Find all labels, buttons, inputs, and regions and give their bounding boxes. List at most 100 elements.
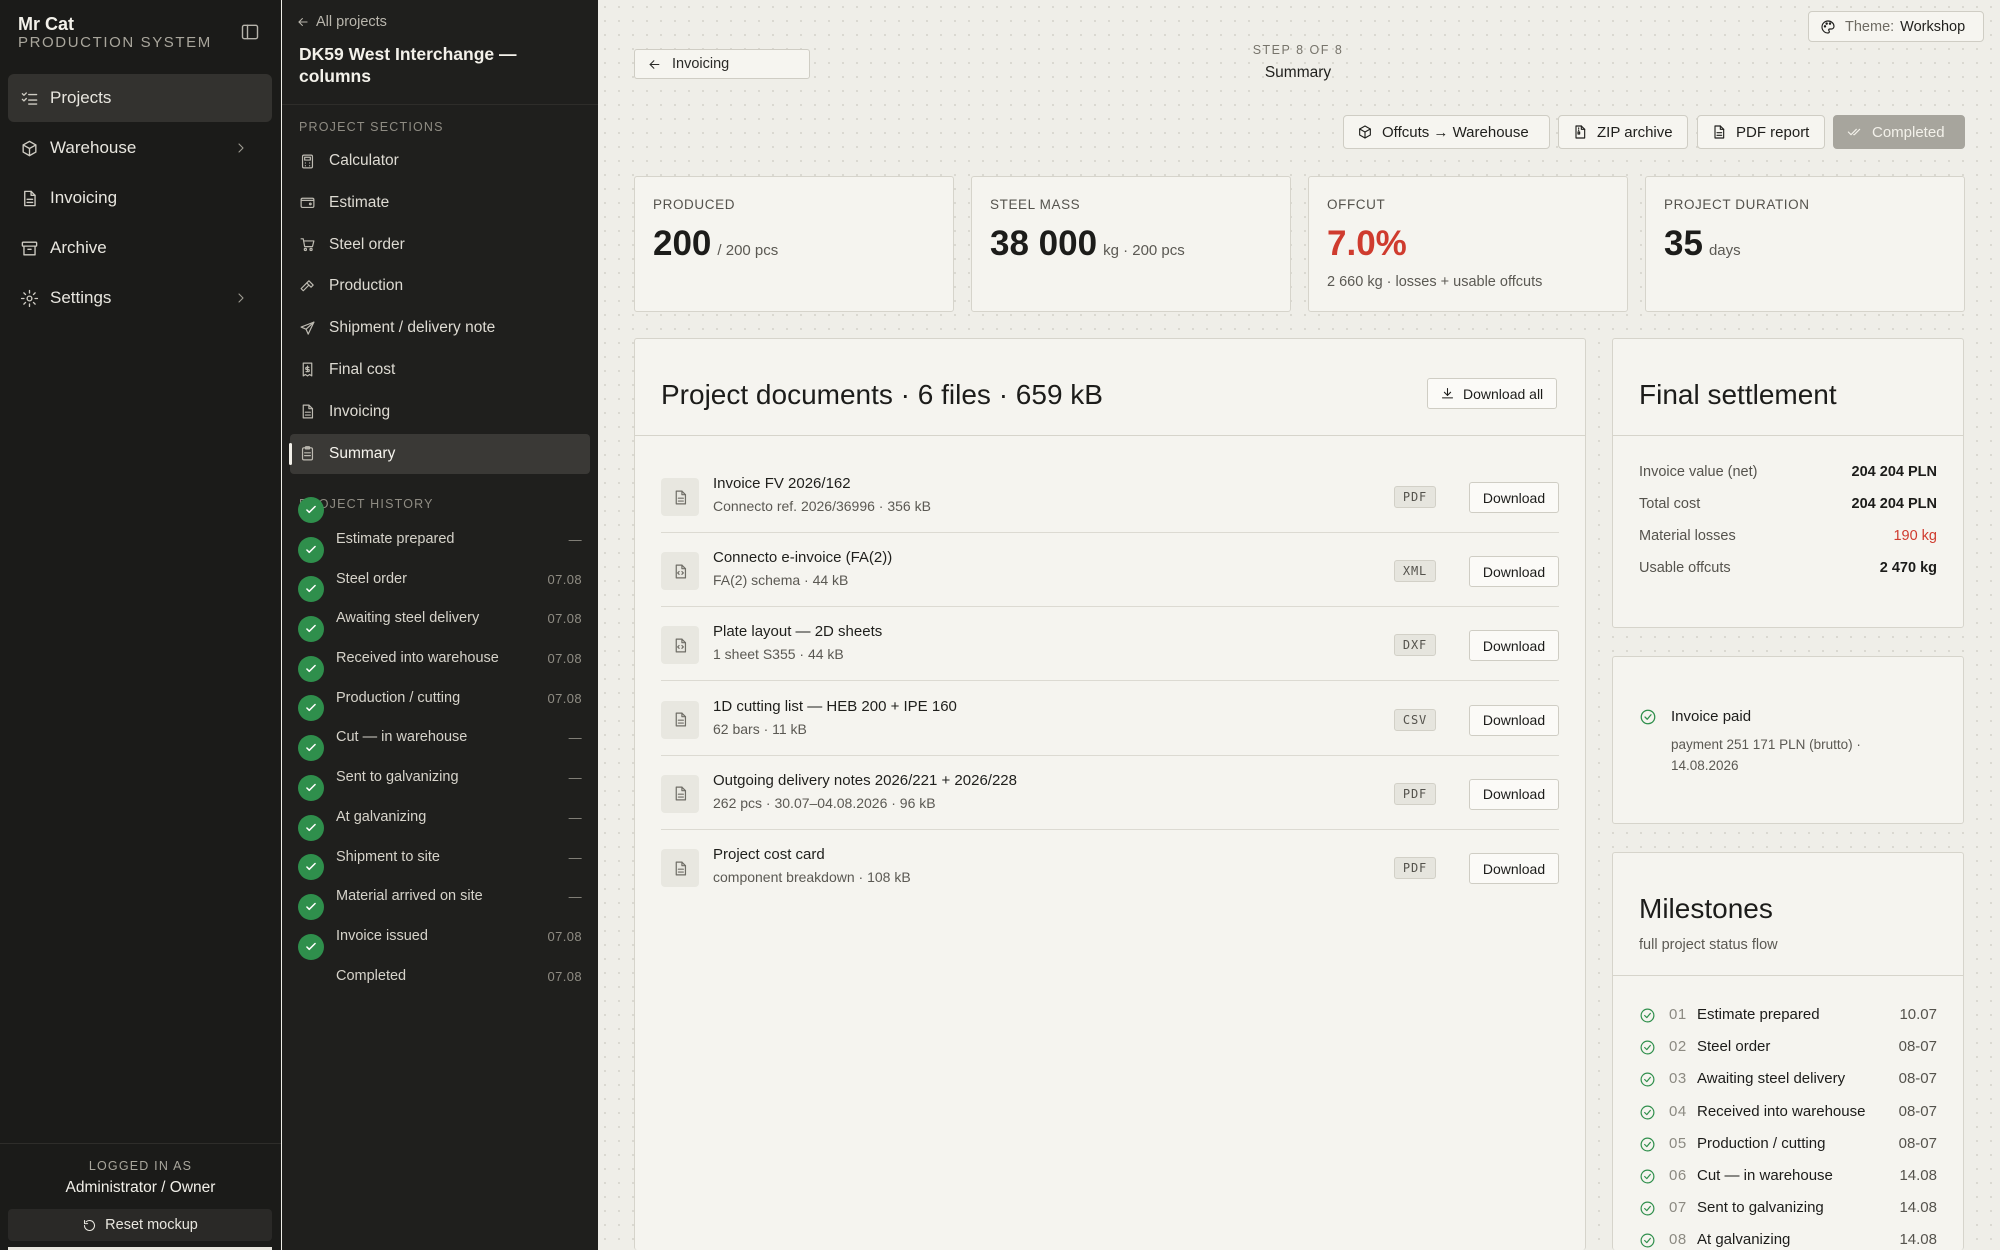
milestone-item: 01 Estimate prepared 10.07 [1639, 1005, 1937, 1027]
download-button[interactable]: Download [1469, 482, 1559, 513]
settlement-value: 204 204 PLN [1851, 496, 1937, 512]
milestone-item: 02 Steel order 08-07 [1639, 1037, 1937, 1059]
download-icon [1441, 387, 1454, 399]
sidebar-footer: LOGGED IN AS Administrator / Owner Reset… [0, 1143, 281, 1250]
stat-value: 35 days [1664, 224, 1741, 264]
file-type-badge: PDF [1393, 782, 1436, 805]
check-icon [298, 655, 324, 682]
code-file-icon [675, 564, 686, 579]
history-item: Invoice issued 07.08 [282, 893, 598, 944]
document-icon [675, 490, 686, 504]
checkmark-icon [306, 942, 316, 950]
document-name: Project cost card [713, 846, 825, 863]
milestone-date: 14.08 [1899, 1231, 1937, 1249]
final-settlement-card: Final settlement Invoice value (net) 204 … [1612, 338, 1964, 628]
stat-number: 38 000 [990, 224, 1098, 263]
document-meta: Connecto ref. 2026/36996 · 356 kB [713, 498, 931, 514]
nav-item-archive[interactable]: Archive [8, 224, 272, 272]
check-icon [298, 814, 324, 841]
list-check-icon [21, 91, 38, 105]
all-projects-link[interactable]: All projects [296, 14, 387, 30]
download-all-button[interactable]: Download all [1427, 378, 1557, 409]
milestone-date: 14.08 [1899, 1167, 1937, 1184]
file-icon-box [661, 478, 699, 516]
settlement-row: Invoice value (net) 204 204 PLN [1639, 464, 1937, 480]
nav-item-projects[interactable]: Projects [8, 74, 272, 122]
section-label: Final cost [329, 360, 396, 378]
stat-label: OFFCUT [1327, 197, 1386, 212]
payment-status: Invoice paid [1671, 708, 1752, 725]
zip-file-icon [1575, 125, 1586, 139]
milestone-number: 04 [1669, 1102, 1687, 1120]
section-estimate[interactable]: Estimate [290, 183, 590, 223]
nav-item-label: Archive [50, 238, 107, 257]
divider [635, 435, 1585, 436]
section-shipment[interactable]: Shipment / delivery note [290, 308, 590, 348]
pdf-report-button[interactable]: PDF report [1697, 115, 1825, 149]
check-icon [298, 616, 324, 643]
checkmark-icon [306, 505, 316, 514]
reset-mockup-button[interactable]: Reset mockup [8, 1209, 272, 1241]
cart-icon [300, 238, 315, 252]
action-label: Completed [1872, 123, 1945, 141]
code-file-icon [675, 638, 686, 653]
milestone-date: 14.08 [1899, 1199, 1937, 1217]
theme-switcher[interactable]: Theme: Workshop [1808, 11, 1984, 42]
settlement-label: Total cost [1639, 496, 1701, 512]
stat-label: PRODUCED [653, 197, 736, 212]
section-calculator[interactable]: Calculator [290, 141, 590, 181]
stat-number: 7.0% [1327, 224, 1407, 263]
nav-item-invoicing[interactable]: Invoicing [8, 174, 272, 222]
sidebar-toggle-icon[interactable] [240, 22, 262, 44]
document-icon [675, 861, 686, 875]
history-item: Material arrived on site — [282, 854, 598, 904]
milestone-item: 08 At galvanizing 14.08 [1639, 1230, 1937, 1250]
section-steel-order[interactable]: Steel order [290, 225, 590, 265]
project-sidebar: All projects DK59 West Interchange — col… [282, 0, 598, 1250]
nav-item-label: Warehouse [50, 138, 137, 157]
download-button[interactable]: Download [1469, 704, 1559, 736]
section-summary[interactable]: Summary [289, 433, 590, 474]
history-item: Awaiting steel delivery 07.08 [282, 576, 598, 626]
section-production[interactable]: Production [290, 266, 590, 306]
history-item: Production / cutting 07.08 [282, 655, 598, 706]
download-all-label: Download all [1463, 385, 1544, 402]
milestone-date: 10.07 [1899, 1006, 1937, 1023]
zip-archive-button[interactable]: ZIP archive [1558, 115, 1688, 149]
history-item: Steel order 07.08 [282, 536, 598, 587]
app-name: Mr Cat [18, 14, 75, 34]
section-invoicing[interactable]: Invoicing [290, 392, 590, 432]
milestone-label: Sent to galvanizing [1697, 1199, 1824, 1217]
download-button[interactable]: Download [1469, 556, 1559, 588]
project-documents-card: Project documents · 6 files · 659 kB Dow… [634, 338, 1586, 1250]
stat-project-duration: PROJECT DURATION 35 days [1645, 176, 1965, 312]
document-row: Outgoing delivery notes 2026/221 + 2026/… [661, 756, 1559, 830]
milestone-label: Awaiting steel delivery [1697, 1070, 1846, 1088]
history-label: Completed [336, 967, 407, 984]
download-button[interactable]: Download [1469, 630, 1559, 662]
document-meta: 62 bars · 11 kB [713, 720, 807, 737]
nav-item-warehouse[interactable]: Warehouse [8, 124, 272, 172]
step-name: Summary [1264, 64, 1332, 81]
file-type-badge: DXF [1393, 634, 1436, 657]
project-title: DK59 West Interchange — columns [299, 44, 517, 86]
back-to-invoicing-button[interactable]: Invoicing [634, 49, 810, 79]
reset-label: Reset mockup [105, 1217, 198, 1233]
action-label: ZIP archive [1597, 123, 1673, 141]
download-button[interactable]: Download [1469, 853, 1559, 884]
milestones-subtitle: full project status flow [1639, 937, 1778, 953]
action-label: Offcuts → Warehouse [1382, 123, 1529, 141]
calculator-icon [301, 154, 314, 168]
section-final-cost[interactable]: Final cost [290, 350, 590, 390]
milestone-number: 01 [1669, 1006, 1687, 1023]
divider [282, 104, 598, 105]
download-button[interactable]: Download [1469, 778, 1559, 810]
check-circle-icon [1640, 709, 1656, 725]
gear-icon [20, 289, 39, 307]
history-item: Estimate prepared — [282, 497, 598, 547]
history-item: Shipment to site — [282, 814, 598, 865]
history-item: Completed 07.08 [282, 933, 598, 984]
completed-button[interactable]: Completed [1833, 115, 1965, 149]
nav-item-settings[interactable]: Settings [8, 274, 272, 322]
offcuts-to-warehouse-button[interactable]: Offcuts → Warehouse [1343, 115, 1550, 149]
